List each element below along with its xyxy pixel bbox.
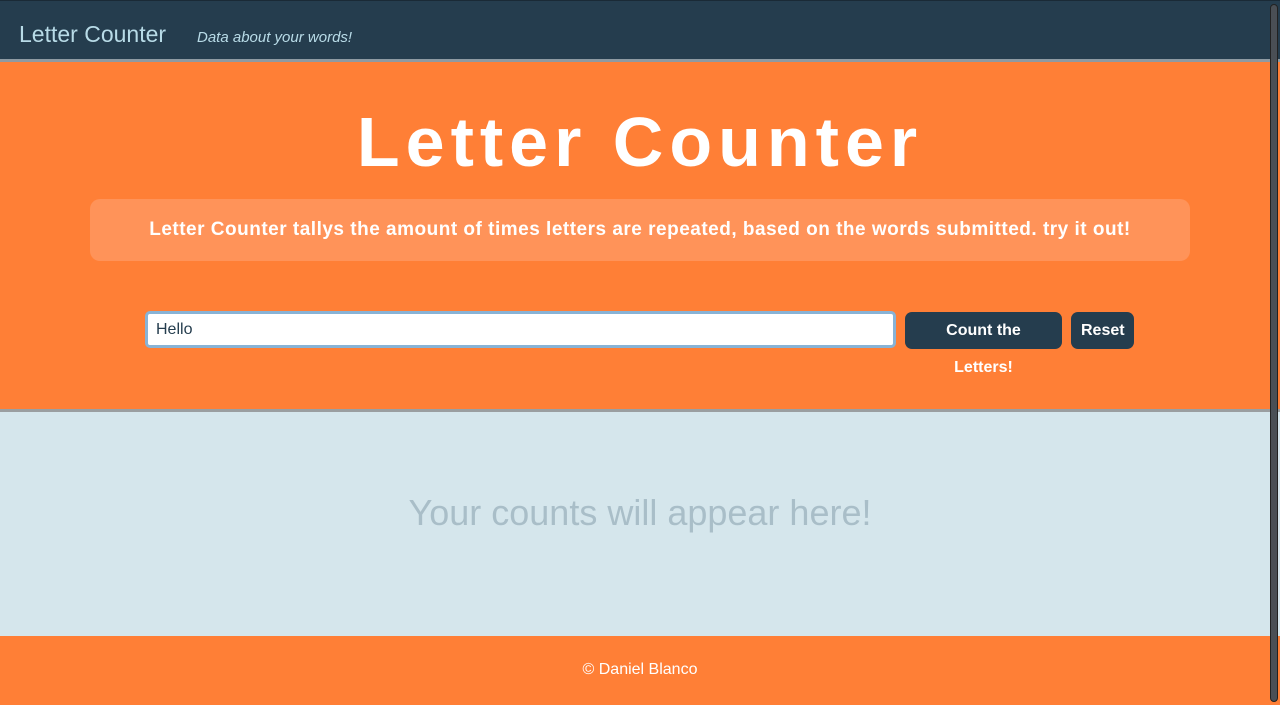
- navbar: Letter Counter Data about your words!: [0, 0, 1280, 62]
- count-letters-button[interactable]: Count the Letters!: [905, 312, 1062, 376]
- app-description: Letter Counter tallys the amount of time…: [90, 199, 1190, 261]
- reset-button[interactable]: Reset: [1071, 312, 1134, 349]
- page-scrollbar[interactable]: [1270, 4, 1278, 702]
- results-panel: Your counts will appear here!: [0, 412, 1280, 636]
- copyright-text: © Daniel Blanco: [582, 661, 698, 678]
- results-placeholder: Your counts will appear here!: [408, 492, 872, 533]
- word-input[interactable]: [145, 311, 896, 348]
- navbar-tagline: Data about your words!: [197, 29, 353, 46]
- page-title: Letter Counter: [356, 103, 924, 181]
- brand-link[interactable]: Letter Counter: [19, 21, 166, 48]
- footer: © Daniel Blanco: [0, 636, 1280, 705]
- hero-section: Letter Counter Letter Counter tallys the…: [0, 62, 1280, 412]
